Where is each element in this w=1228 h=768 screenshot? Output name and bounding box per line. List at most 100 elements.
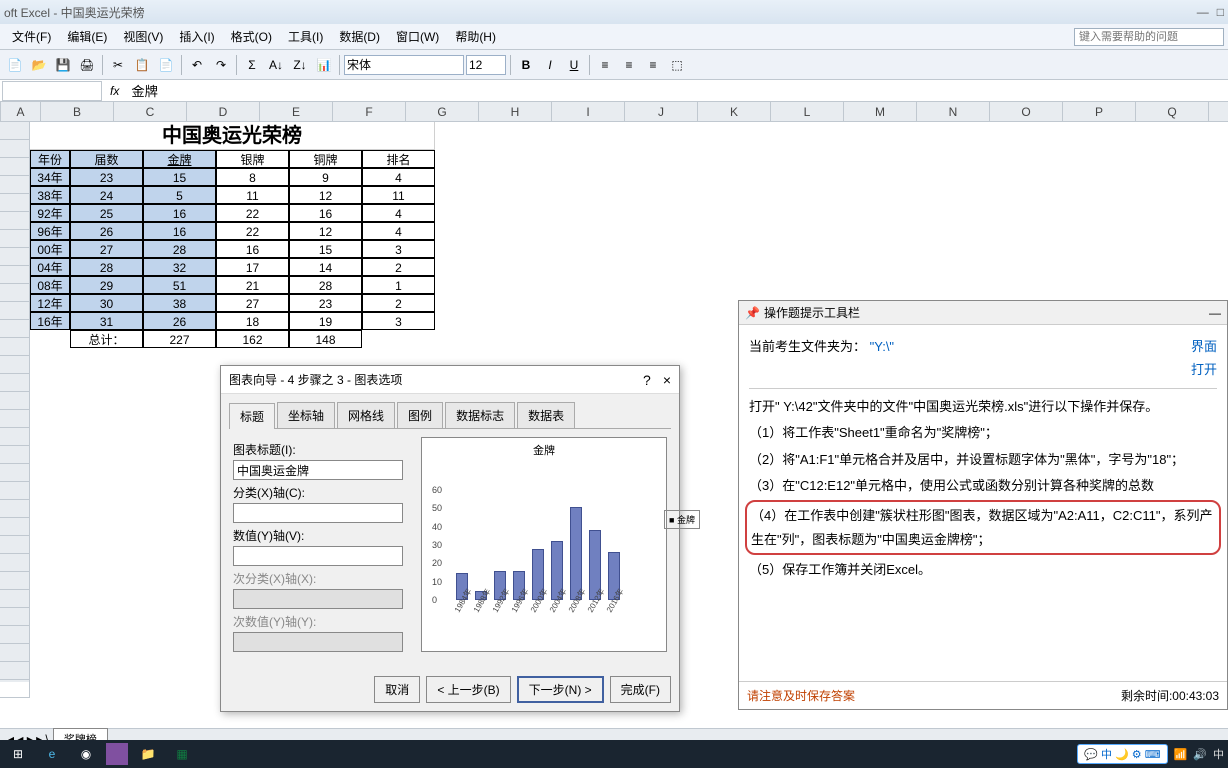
wifi-icon[interactable]: 📶 — [1174, 748, 1188, 761]
cancel-button[interactable]: 取消 — [374, 676, 420, 703]
data-cell[interactable]: 26 — [70, 222, 143, 240]
maximize-icon[interactable]: □ — [1217, 5, 1224, 19]
data-cell[interactable]: 27 — [70, 240, 143, 258]
row-header[interactable] — [0, 158, 30, 176]
col-header-P[interactable]: P — [1063, 102, 1136, 121]
italic-icon[interactable]: I — [539, 54, 561, 76]
next-button[interactable]: 下一步(N) > — [517, 676, 604, 703]
menu-format[interactable]: 格式(O) — [223, 25, 280, 48]
row-header[interactable] — [0, 644, 30, 662]
redo-icon[interactable]: ↷ — [210, 54, 232, 76]
menu-view[interactable]: 视图(V) — [115, 25, 171, 48]
data-cell[interactable]: 21 — [216, 276, 289, 294]
row-header[interactable] — [0, 662, 30, 680]
data-cell[interactable]: 16 — [289, 204, 362, 222]
data-cell[interactable]: 3 — [362, 240, 435, 258]
row-header[interactable] — [0, 194, 30, 212]
align-right-icon[interactable]: ≡ — [642, 54, 664, 76]
align-left-icon[interactable]: ≡ — [594, 54, 616, 76]
row-header[interactable] — [0, 680, 30, 698]
excel-icon[interactable]: ▦ — [168, 742, 196, 766]
header-cell[interactable]: 届数 — [70, 150, 143, 168]
data-cell[interactable]: 4 — [362, 222, 435, 240]
panel-link-open[interactable]: 打开 — [749, 358, 1217, 381]
data-cell[interactable]: 31 — [70, 312, 143, 330]
panel-minimize-icon[interactable]: — — [1209, 306, 1221, 320]
start-icon[interactable]: ⊞ — [4, 742, 32, 766]
col-header-N[interactable]: N — [917, 102, 990, 121]
col-header-A[interactable]: A — [1, 102, 41, 121]
data-cell[interactable]: 32 — [143, 258, 216, 276]
row-header[interactable] — [0, 482, 30, 500]
data-cell[interactable]: 5 — [143, 186, 216, 204]
data-cell[interactable]: 16年 — [30, 312, 70, 330]
row-header[interactable] — [0, 446, 30, 464]
data-cell[interactable]: 12 — [289, 222, 362, 240]
ime-badge[interactable]: 中 — [1213, 746, 1224, 762]
panel-link-ui[interactable]: 界面 — [1191, 335, 1217, 358]
row-header[interactable] — [0, 122, 30, 140]
data-cell[interactable]: 51 — [143, 276, 216, 294]
total-cell[interactable]: 227 — [143, 330, 216, 348]
data-cell[interactable]: 23 — [289, 294, 362, 312]
sort-desc-icon[interactable]: Z↓ — [289, 54, 311, 76]
new-icon[interactable]: 📄 — [4, 54, 26, 76]
data-cell[interactable]: 24 — [70, 186, 143, 204]
app-icon[interactable] — [106, 743, 128, 765]
row-header[interactable] — [0, 230, 30, 248]
menu-data[interactable]: 数据(D) — [331, 25, 388, 48]
data-cell[interactable]: 11 — [362, 186, 435, 204]
row-header[interactable] — [0, 464, 30, 482]
undo-icon[interactable]: ↶ — [186, 54, 208, 76]
name-box[interactable] — [2, 81, 102, 101]
font-name-select[interactable] — [344, 55, 464, 75]
row-header[interactable] — [0, 212, 30, 230]
data-cell[interactable]: 11 — [216, 186, 289, 204]
row-header[interactable] — [0, 140, 30, 158]
total-cell[interactable]: 162 — [216, 330, 289, 348]
merge-icon[interactable]: ⬚ — [666, 54, 688, 76]
header-cell[interactable]: 铜牌 — [289, 150, 362, 168]
row-header[interactable] — [0, 554, 30, 572]
data-cell[interactable]: 34年 — [30, 168, 70, 186]
data-cell[interactable]: 3 — [362, 312, 435, 330]
data-cell[interactable]: 18 — [216, 312, 289, 330]
tab-gridlines[interactable]: 网格线 — [337, 402, 395, 428]
col-header-F[interactable]: F — [333, 102, 406, 121]
sort-asc-icon[interactable]: A↓ — [265, 54, 287, 76]
data-cell[interactable]: 38 — [143, 294, 216, 312]
data-cell[interactable]: 28 — [143, 240, 216, 258]
data-cell[interactable]: 9 — [289, 168, 362, 186]
data-cell[interactable]: 28 — [289, 276, 362, 294]
data-cell[interactable]: 15 — [143, 168, 216, 186]
col-header-M[interactable]: M — [844, 102, 917, 121]
total-label-cell[interactable]: 总计： — [70, 330, 143, 348]
menu-edit[interactable]: 编辑(E) — [59, 25, 115, 48]
tab-axes[interactable]: 坐标轴 — [277, 402, 335, 428]
dialog-help-icon[interactable]: ? — [643, 372, 651, 388]
col-header-H[interactable]: H — [479, 102, 552, 121]
sum-icon[interactable]: Σ — [241, 54, 263, 76]
chart-title-input[interactable] — [233, 460, 403, 480]
data-cell[interactable]: 16 — [216, 240, 289, 258]
data-cell[interactable]: 4 — [362, 204, 435, 222]
col-header-K[interactable]: K — [698, 102, 771, 121]
data-cell[interactable]: 8 — [216, 168, 289, 186]
ime-indicator[interactable]: 💬 中 🌙 ⚙ ⌨ — [1077, 744, 1167, 764]
row-header[interactable] — [0, 428, 30, 446]
finish-button[interactable]: 完成(F) — [610, 676, 671, 703]
col-header-I[interactable]: I — [552, 102, 625, 121]
data-cell[interactable]: 26 — [143, 312, 216, 330]
data-cell[interactable]: 92年 — [30, 204, 70, 222]
col-header-G[interactable]: G — [406, 102, 479, 121]
tab-legend[interactable]: 图例 — [397, 402, 443, 428]
data-cell[interactable]: 16 — [143, 222, 216, 240]
copy-icon[interactable]: 📋 — [131, 54, 153, 76]
data-cell[interactable]: 29 — [70, 276, 143, 294]
data-cell[interactable]: 04年 — [30, 258, 70, 276]
menu-file[interactable]: 文件(F) — [4, 25, 59, 48]
save-icon[interactable]: 💾 — [52, 54, 74, 76]
row-header[interactable] — [0, 302, 30, 320]
chrome-icon[interactable]: ◉ — [72, 742, 100, 766]
paste-icon[interactable]: 📄 — [155, 54, 177, 76]
